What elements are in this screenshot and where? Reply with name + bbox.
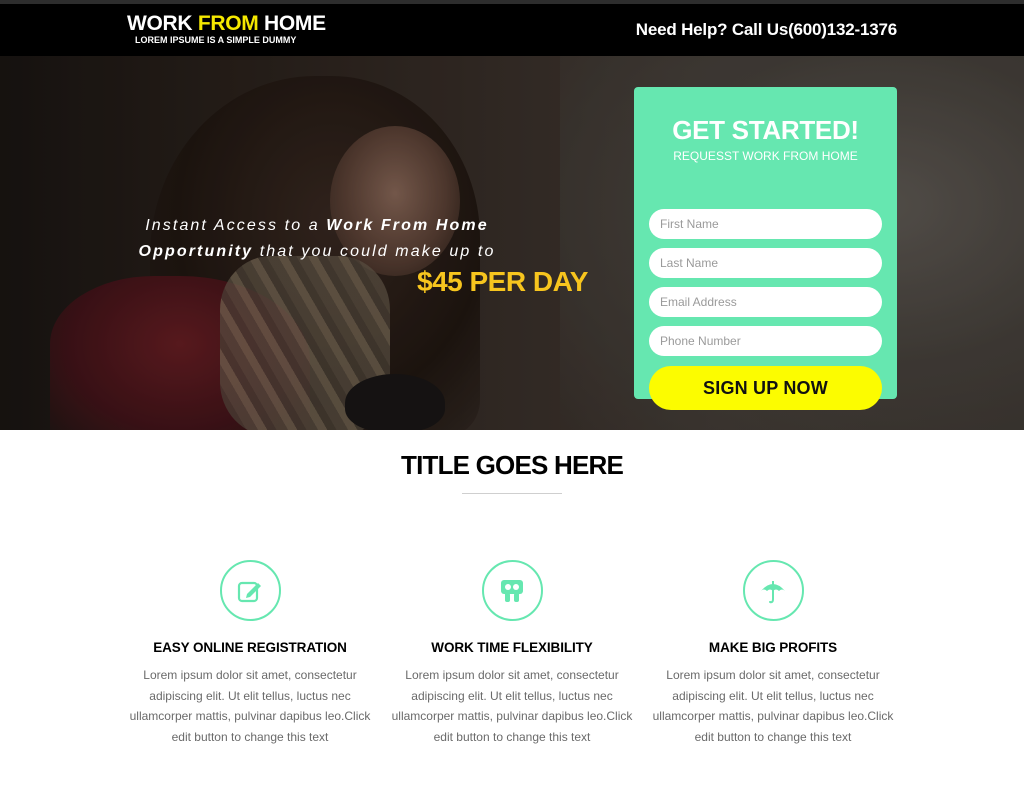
slideshare-icon [481,560,543,621]
feature-title: MAKE BIG PROFITS [708,640,838,655]
form-title: GET STARTED! [672,115,859,145]
logo-title: WORK FROM HOME [127,13,327,35]
feature-text: Lorem ipsum dolor sit amet, consectetur … [129,668,371,744]
umbrella-icon [742,560,804,621]
signup-form: GET STARTED! REQUESST WORK FROM HOME SIG… [634,87,897,410]
feature-registration: EASY ONLINE REGISTRATION Lorem ipsum dol… [125,560,375,747]
feature-text: Lorem ipsum dolor sit amet, consectetur … [652,668,894,744]
title-divider [462,493,562,494]
last-name-field[interactable] [649,248,882,278]
pencil-square-icon [219,560,281,621]
hero-price: $45 PER DAY [417,266,588,297]
form-subtitle: REQUESST WORK FROM HOME [673,149,858,163]
help-phone-text[interactable]: Need Help? Call Us(600)132-1376 [636,20,897,40]
sign-up-button[interactable]: SIGN UP NOW [649,366,882,410]
logo-subtitle: LOREM IPSUME IS A SIMPLE DUMMY [135,35,297,45]
site-header: WORK FROM HOME LOREM IPSUME IS A SIMPLE … [0,4,1024,56]
feature-title: EASY ONLINE REGISTRATION [153,640,347,655]
logo-word-work: WORK [127,12,198,35]
section-title: TITLE GOES HERE [400,450,624,480]
phone-field[interactable] [649,326,882,356]
hero-section: Instant Access to a Work From Home Oppor… [0,56,1024,430]
feature-profits: MAKE BIG PROFITS Lorem ipsum dolor sit a… [648,560,898,747]
logo-word-from: FROM [197,12,259,35]
email-field[interactable] [649,287,882,317]
feature-text: Lorem ipsum dolor sit amet, consectetur … [391,668,633,744]
feature-title: WORK TIME FLEXIBILITY [431,640,593,655]
first-name-field[interactable] [649,209,882,239]
feature-flexibility: WORK TIME FLEXIBILITY Lorem ipsum dolor … [387,560,637,747]
logo[interactable]: WORK FROM HOME LOREM IPSUME IS A SIMPLE … [127,13,327,46]
logo-word-home: HOME [258,12,326,35]
hero-tagline: Instant Access to a Work From Home Oppor… [138,217,496,260]
